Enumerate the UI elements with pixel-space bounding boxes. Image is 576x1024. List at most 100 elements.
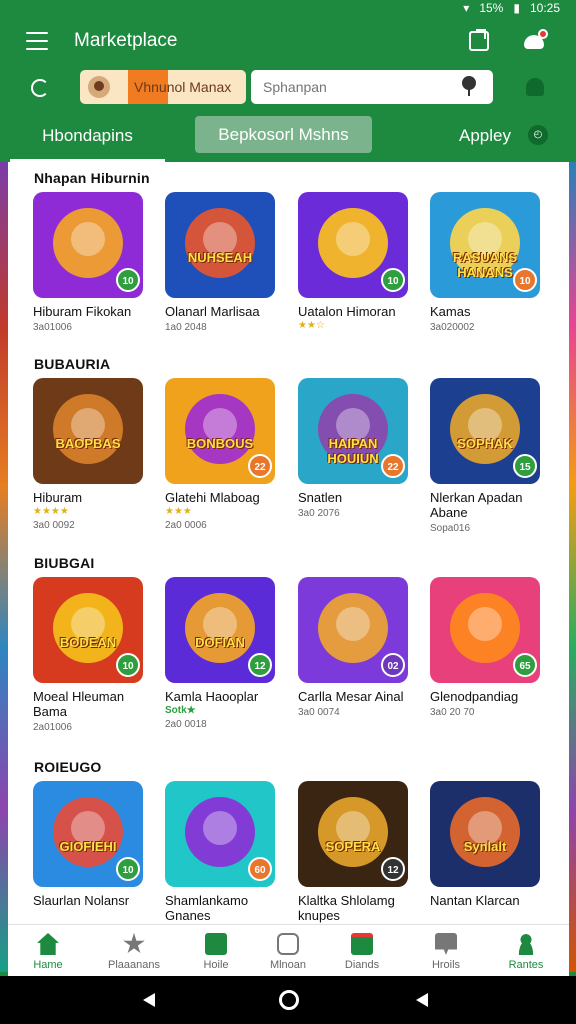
nav-item-chat[interactable]: Hroils: [406, 933, 486, 971]
recents-icon[interactable]: [416, 993, 428, 1007]
app-grid: Nhapan Hiburnin 10 Hiburam Fikokan 3a01006 N…: [8, 162, 569, 924]
app-rating: ★★★: [165, 506, 192, 517]
app-name: Olanarl Marlisaa: [165, 304, 260, 319]
battery-level: 15%: [479, 1, 504, 15]
app-meta: 3a0 20 70: [430, 707, 475, 718]
nav-item-home[interactable]: Hame: [8, 933, 88, 971]
app-card[interactable]: RASUANS HANANS 10 Kamas 3a020002: [430, 192, 542, 333]
nav-item-star[interactable]: Plaaanans: [94, 933, 174, 971]
app-meta: 2a0 0006: [165, 520, 207, 531]
app-art-title: Synlalt: [463, 839, 507, 854]
refresh-icon[interactable]: [31, 79, 49, 97]
app-icon[interactable]: 10: [298, 192, 408, 298]
nav-item-label: Hroils: [431, 959, 461, 971]
background-edge-left: [0, 162, 8, 972]
person-icon: [515, 933, 537, 955]
status-bar: ▾ 15% ▮ 10:25: [0, 0, 576, 16]
app-badge: 22: [381, 454, 405, 478]
avatar: [88, 76, 110, 98]
tab-hbondapins[interactable]: Hbondapins: [10, 122, 165, 158]
share-icon[interactable]: [469, 29, 489, 51]
chat-icon: [435, 933, 457, 955]
account-chip[interactable]: Vhnunol Manax: [80, 70, 246, 104]
app-name: Kamas: [430, 304, 471, 319]
home-circle-icon[interactable]: [279, 990, 299, 1010]
app-card[interactable]: HAIPAN HOUIUN 22 Snatlen 3a0 2076: [298, 378, 410, 519]
app-rating: ★★★★: [33, 506, 69, 517]
app-name: Nantan Klarcan: [430, 893, 520, 908]
nav-item-person[interactable]: Rantes: [486, 933, 566, 971]
app-card[interactable]: BODEAN 10 Moeal Hleuman Bama 2a01006: [33, 577, 145, 733]
nav-item-game[interactable]: Mlnoan: [248, 933, 328, 971]
app-name: Uatalon Himoran: [298, 304, 396, 319]
search-input[interactable]: [251, 70, 493, 104]
app-icon[interactable]: DOFIAN 12: [165, 577, 275, 683]
app-art-highlight: [336, 222, 370, 256]
app-name: Kamla Haooplar: [165, 689, 259, 704]
app-card[interactable]: DOFIAN 12 Kamla Haooplar Sotk★ 2a0 0018: [165, 577, 277, 730]
app-meta: 3a020002: [430, 322, 475, 333]
app-icon[interactable]: 02: [298, 577, 408, 683]
app-badge: 65: [513, 653, 537, 677]
app-card[interactable]: 10 Uatalon Himoran ★★☆: [298, 192, 410, 331]
section-title: ROIEUGO: [34, 759, 102, 775]
app-card[interactable]: SOPERA 12 Klaltka Shlolamg knupes: [298, 781, 410, 923]
tab-appley[interactable]: Appley: [459, 122, 511, 150]
app-icon[interactable]: BONBOUS 22: [165, 378, 275, 484]
app-icon[interactable]: BODEAN 10: [33, 577, 143, 683]
star-icon: [123, 933, 145, 954]
app-icon[interactable]: NUHSEAH: [165, 192, 275, 298]
battery-icon: ▮: [513, 1, 520, 15]
app-art-title: NUHSEAH: [187, 250, 253, 265]
app-icon[interactable]: SOPHAK 15: [430, 378, 540, 484]
app-name: Glenodpandiag: [430, 689, 519, 704]
app-name: Hiburam: [33, 490, 83, 505]
app-icon[interactable]: BAOPBAS: [33, 378, 143, 484]
app-name: Hiburam Fikokan: [33, 304, 132, 319]
nav-item-grid[interactable]: Hoile: [176, 933, 256, 971]
mic-icon[interactable]: [460, 76, 478, 96]
app-card[interactable]: Synlalt Nantan Klarcan: [430, 781, 542, 908]
app-card[interactable]: NUHSEAH Olanarl Marlisaa 1a0 2048: [165, 192, 277, 333]
app-icon[interactable]: RASUANS HANANS 10: [430, 192, 540, 298]
nav-item-badge[interactable]: Diands: [322, 933, 402, 971]
section-title: BIUBGAI: [34, 555, 95, 571]
search-row: Vhnunol Manax: [0, 68, 576, 112]
app-icon[interactable]: 65: [430, 577, 540, 683]
app-card[interactable]: 10 Hiburam Fikokan 3a01006: [33, 192, 145, 333]
nav-item-label: Mlnoan: [269, 959, 307, 971]
app-name: Klaltka Shlolamg knupes: [298, 893, 395, 923]
app-art-title: GIOFIEHI: [59, 839, 117, 854]
app-art-title: BONBOUS: [186, 436, 254, 451]
app-badge: 10: [513, 268, 537, 292]
account-chip-label: Vhnunol Manax: [134, 79, 232, 95]
app-card[interactable]: BAOPBAS Hiburam ★★★★ 3a0 0092: [33, 378, 145, 531]
app-icon[interactable]: Synlalt: [430, 781, 540, 887]
app-card[interactable]: GIOFIEHI 10 Slaurlan Nolansr: [33, 781, 145, 908]
app-badge: 10: [116, 857, 140, 881]
profile-badge-icon[interactable]: [524, 29, 550, 53]
app-card[interactable]: 60 Shamlankamo Gnanes: [165, 781, 277, 923]
app-card[interactable]: BONBOUS 22 Glatehi Mlaboag ★★★ 2a0 0006: [165, 378, 277, 531]
app-icon[interactable]: 60: [165, 781, 275, 887]
app-card[interactable]: SOPHAK 15 Nlerkan Apadan Abane Sopa016: [430, 378, 542, 534]
bottom-nav: Hame Plaaanans Hoile Mlnoan Diands Hroils Rant…: [8, 924, 569, 976]
app-art-highlight: [71, 222, 105, 256]
bell-icon[interactable]: [526, 78, 544, 96]
back-icon[interactable]: [143, 993, 155, 1007]
app-icon[interactable]: 10: [33, 192, 143, 298]
tab-bepkosorl[interactable]: Bepkosorl Mshns: [195, 116, 372, 153]
app-icon[interactable]: SOPERA 12: [298, 781, 408, 887]
app-art-highlight: [203, 811, 237, 845]
hamburger-menu-icon[interactable]: [26, 32, 48, 50]
app-card[interactable]: 65 Glenodpandiag 3a0 20 70: [430, 577, 542, 718]
app-art-title: SOPHAK: [457, 436, 513, 451]
app-name: Moeal Hleuman Bama: [33, 689, 125, 719]
app-icon[interactable]: GIOFIEHI 10: [33, 781, 143, 887]
clock-icon[interactable]: ◴: [528, 125, 548, 145]
app-card[interactable]: 02 Carlla Mesar Ainal 3a0 0074: [298, 577, 410, 718]
app-badge: 10: [116, 653, 140, 677]
app-icon[interactable]: HAIPAN HOUIUN 22: [298, 378, 408, 484]
wifi-icon: ▾: [463, 1, 470, 15]
app-meta: 3a0 0074: [298, 707, 340, 718]
